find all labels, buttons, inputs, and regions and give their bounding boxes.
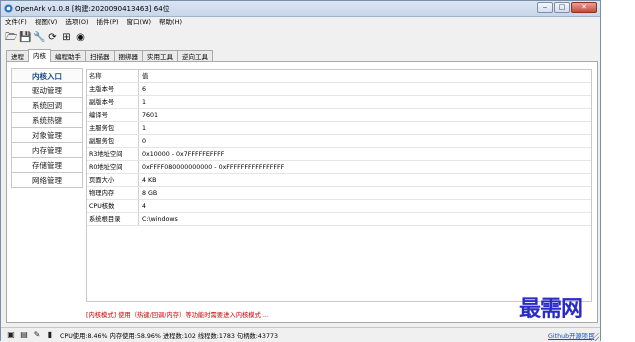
nav-memory-manager[interactable]: 内存管理 <box>11 143 83 158</box>
table-row[interactable]: 主版本号 6 <box>87 83 591 96</box>
title-bar: OpenArk v1.0.8 [构建:2020090413463] 64位 ‒ … <box>1 1 600 17</box>
refresh-icon[interactable]: ⟳ <box>47 32 58 43</box>
status-bar: ▣ ▤ ✎ ▮ CPU使用:8.46% 内存使用:58.96% 进程数:102 … <box>1 327 600 342</box>
menu-file[interactable]: 文件(F) <box>1 17 31 28</box>
nav-kernel-entry[interactable]: 内核入口 <box>11 68 83 83</box>
nav-driver-manager[interactable]: 驱动管理 <box>11 83 83 98</box>
row-name: 副服务包 <box>87 135 139 147</box>
maximize-button[interactable]: □ <box>554 2 570 13</box>
table-row[interactable]: 页面大小 4 KB <box>87 174 591 187</box>
row-name: CPU核数 <box>87 200 139 212</box>
nav-system-hotkeys[interactable]: 系统热键 <box>11 113 83 128</box>
open-folder-icon[interactable]: 🗁 <box>5 32 17 43</box>
tab-kernel[interactable]: 内核 <box>28 49 51 62</box>
record-icon[interactable]: ◉ <box>75 32 86 43</box>
nav-system-callbacks[interactable]: 系统回调 <box>11 98 83 113</box>
row-name: 系统根目录 <box>87 213 139 225</box>
tool-icon[interactable]: ✎ <box>33 330 41 339</box>
table-row[interactable]: 系统根目录 C:\windows <box>87 213 591 226</box>
table-row[interactable]: 主服务包 1 <box>87 122 591 135</box>
menu-bar: 文件(F) 视图(V) 选项(O) 插件(P) 窗口(W) 帮助(H) <box>1 17 600 28</box>
row-name: 副版本号 <box>87 96 139 108</box>
row-name: 编译号 <box>87 109 139 121</box>
toolbar: 🗁 💾 🔧 ⟳ ⊞ ◉ <box>5 30 86 44</box>
row-name: 主版本号 <box>87 83 139 95</box>
row-name: 主服务包 <box>87 122 139 134</box>
menu-window[interactable]: 窗口(W) <box>123 17 156 28</box>
github-link[interactable]: Github开源项目 <box>548 331 594 340</box>
table-header: 名称 值 <box>87 70 591 83</box>
row-value: 7601 <box>142 112 159 119</box>
phone-icon[interactable]: ▮ <box>46 330 54 339</box>
table-row[interactable]: R3地址空间 0x10000 - 0x7FFFFFEFFFF <box>87 148 591 161</box>
row-value: 0xFFFF080000000000 - 0xFFFFFFFFFFFFFFFF <box>142 164 285 171</box>
resize-grip[interactable] <box>591 333 599 341</box>
row-name: 页面大小 <box>87 174 139 186</box>
kernel-mode-tip[interactable]: [内核模式] 使用（热键/回调/内存）等功能时需要进入内核模式 ... <box>86 310 269 319</box>
app-logo-icon <box>4 4 13 13</box>
stack-icon[interactable]: ▤ <box>20 330 28 339</box>
console-icon[interactable]: ▣ <box>7 330 15 339</box>
site-watermark: 最需网 <box>519 296 583 322</box>
menu-plugins[interactable]: 插件(P) <box>93 17 123 28</box>
row-value: 6 <box>142 86 147 93</box>
row-value: 8 GB <box>142 190 158 197</box>
row-name: 物理内存 <box>87 187 139 199</box>
close-button[interactable]: ✕ <box>571 2 597 13</box>
table-row[interactable]: 物理内存 8 GB <box>87 187 591 200</box>
main-window: OpenArk v1.0.8 [构建:2020090413463] 64位 ‒ … <box>0 0 601 342</box>
table-row[interactable]: 副版本号 1 <box>87 96 591 109</box>
grid-icon[interactable]: ⊞ <box>61 32 72 43</box>
table-row[interactable]: 编译号 7601 <box>87 109 591 122</box>
kernel-sidenav: 内核入口 驱动管理 系统回调 系统热键 对象管理 内存管理 存储管理 网络管理 <box>11 68 83 188</box>
nav-network-manager[interactable]: 网络管理 <box>11 173 83 188</box>
nav-storage-manager[interactable]: 存储管理 <box>11 158 83 173</box>
menu-options[interactable]: 选项(O) <box>61 17 92 28</box>
header-value[interactable]: 值 <box>139 70 148 82</box>
table-row[interactable]: R0地址空间 0xFFFF080000000000 - 0xFFFFFFFFFF… <box>87 161 591 174</box>
kernel-info-table: 名称 值 主版本号 6 副版本号 1 编译号 7601 主服务包 1 副服务包 … <box>86 69 592 302</box>
minimize-button[interactable]: ‒ <box>537 2 553 13</box>
nav-object-manager[interactable]: 对象管理 <box>11 128 83 143</box>
row-value: 0 <box>142 138 147 145</box>
menu-view[interactable]: 视图(V) <box>31 17 62 28</box>
row-name: R3地址空间 <box>87 148 139 160</box>
row-value: 0x10000 - 0x7FFFFFEFFFF <box>142 151 225 158</box>
wrench-icon[interactable]: 🔧 <box>33 32 45 43</box>
row-value: 1 <box>142 125 147 132</box>
row-name: R0地址空间 <box>87 161 139 173</box>
row-value: C:\windows <box>142 216 178 223</box>
system-stats: CPU使用:8.46% 内存使用:58.96% 进程数:102 线程数:1783… <box>60 333 278 340</box>
row-value: 4 <box>142 203 147 210</box>
header-name[interactable]: 名称 <box>87 70 139 82</box>
table-row[interactable]: 副服务包 0 <box>87 135 591 148</box>
table-row[interactable]: CPU核数 4 <box>87 200 591 213</box>
save-icon[interactable]: 💾 <box>19 32 31 43</box>
row-value: 1 <box>142 99 147 106</box>
row-value: 4 KB <box>142 177 157 184</box>
window-title: OpenArk v1.0.8 [构建:2020090413463] 64位 <box>15 5 170 13</box>
menu-help[interactable]: 帮助(H) <box>155 17 186 28</box>
